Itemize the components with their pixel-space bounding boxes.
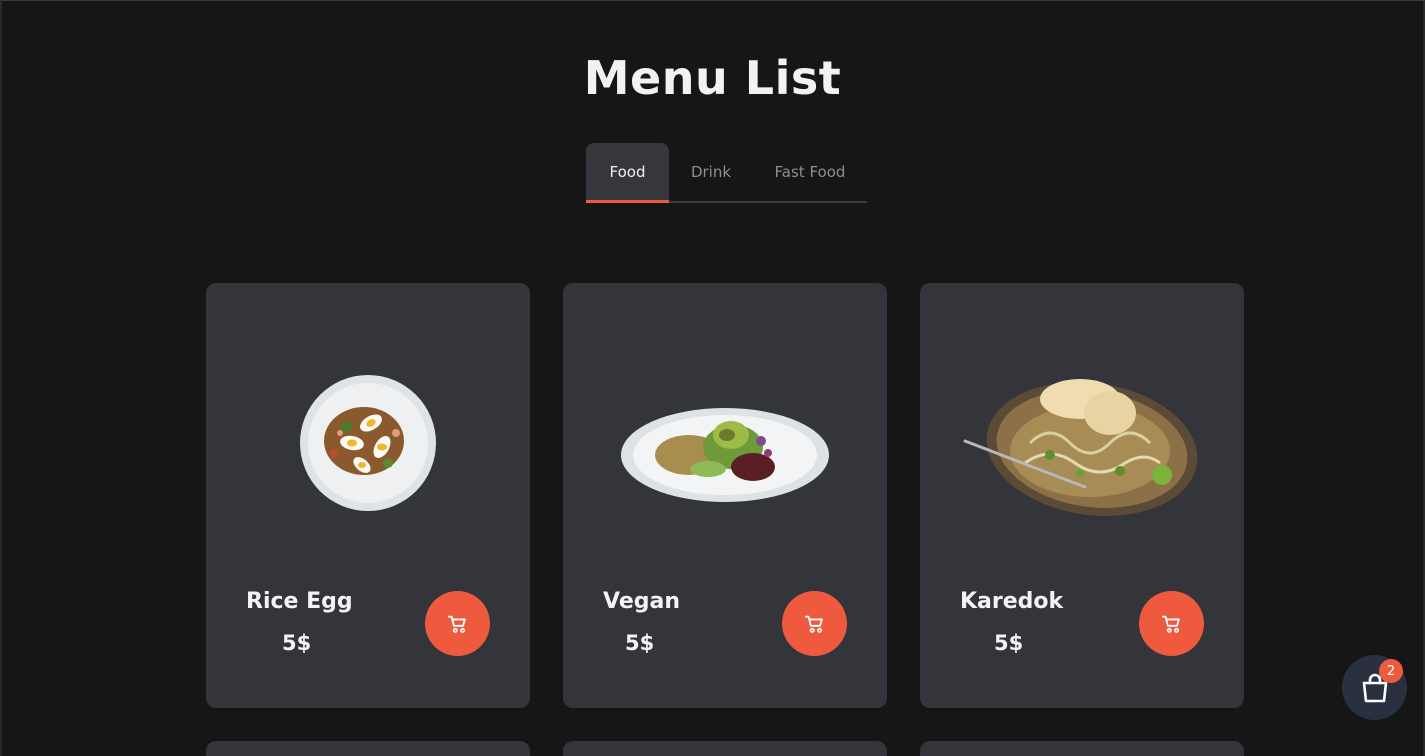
karedok-image <box>963 379 1198 517</box>
cart-icon <box>447 615 466 633</box>
menu-card-karedok: Karedok 5$ <box>920 283 1244 708</box>
food-name: Karedok <box>960 589 1064 614</box>
vegan-image <box>621 408 829 502</box>
tab-fast-food[interactable]: Fast Food <box>753 143 867 201</box>
tab-drink[interactable]: Drink <box>669 143 753 201</box>
food-price: 5$ <box>282 631 312 655</box>
menu-card-vegan: Vegan 5$ <box>563 283 887 708</box>
tab-food[interactable]: Food <box>586 143 669 203</box>
food-price: 5$ <box>625 631 655 655</box>
menu-card <box>920 741 1244 756</box>
cart-icon <box>1161 615 1180 633</box>
menu-card <box>563 741 887 756</box>
add-to-cart-button[interactable] <box>782 591 847 656</box>
rice-egg-image <box>300 375 436 511</box>
food-name: Rice Egg <box>246 589 353 614</box>
add-to-cart-button[interactable] <box>425 591 490 656</box>
page-title: Menu List <box>583 51 842 105</box>
food-price: 5$ <box>994 631 1024 655</box>
food-name: Vegan <box>603 589 680 614</box>
add-to-cart-button[interactable] <box>1139 591 1204 656</box>
cart-icon <box>804 615 823 633</box>
page: Menu List Food Drink Fast Food Rice Egg … <box>0 0 1425 756</box>
menu-card <box>206 741 530 756</box>
menu-card-rice-egg: Rice Egg 5$ <box>206 283 530 708</box>
cart-count-badge: 2 <box>1379 659 1403 683</box>
category-tabs: Food Drink Fast Food <box>586 143 867 203</box>
